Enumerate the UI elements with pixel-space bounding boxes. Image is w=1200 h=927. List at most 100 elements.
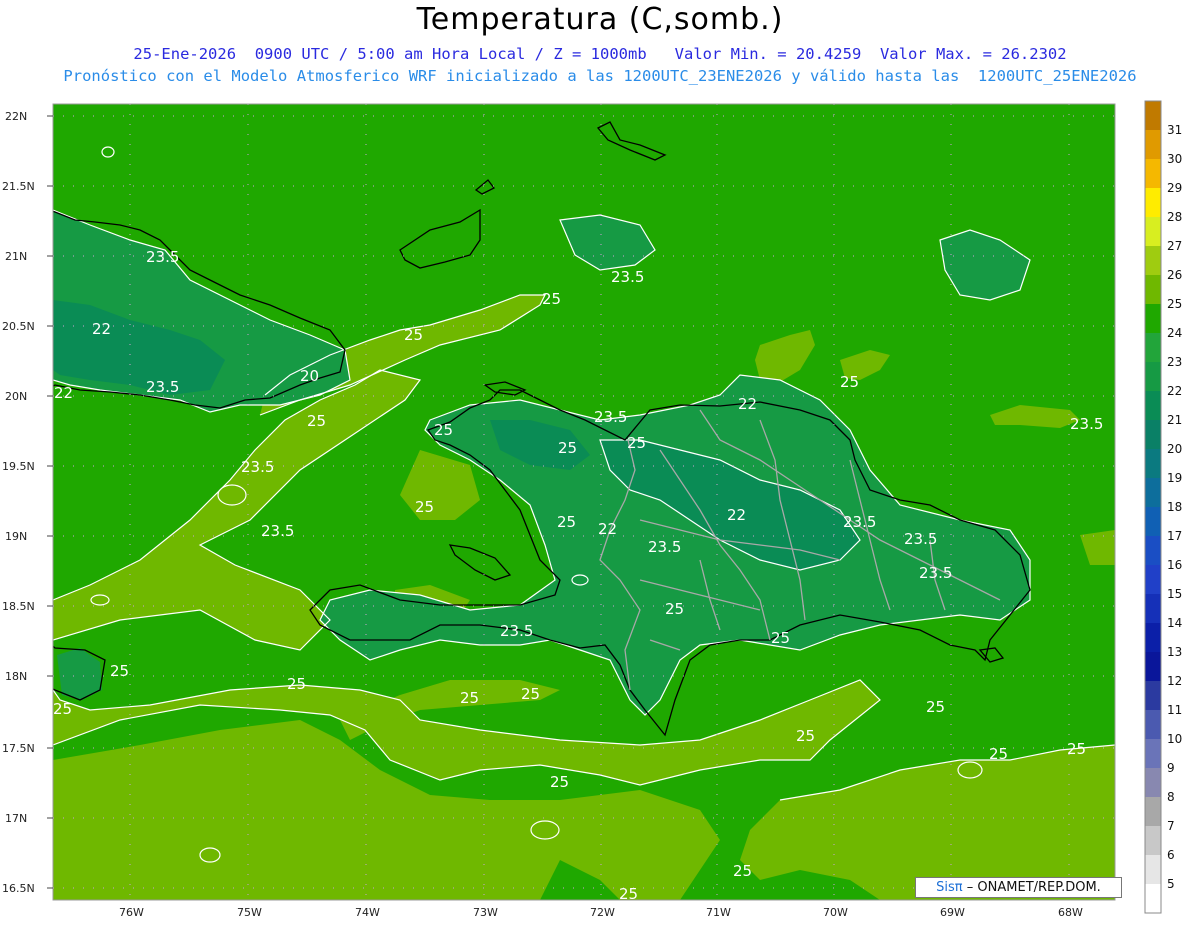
- colorbar-label: 19: [1167, 471, 1182, 485]
- lat-tick-label: 22N: [5, 110, 27, 123]
- colorbar-label: 13: [1167, 645, 1182, 659]
- credit-box: Sisπ – ONAMET/REP.DOM.: [915, 877, 1122, 898]
- colorbar-swatch: [1145, 391, 1161, 420]
- contour-label: 23.5: [904, 530, 937, 548]
- lat-tick-label: 18.5N: [2, 600, 35, 613]
- contour-label: 23.5: [241, 458, 274, 476]
- map-title: Temperatura (C,somb.): [416, 2, 784, 37]
- contour-label: 23.5: [611, 268, 644, 286]
- lat-tick-label: 21N: [5, 250, 27, 263]
- colorbar-label: 5: [1167, 877, 1175, 891]
- colorbar-swatch: [1145, 594, 1161, 623]
- colorbar-swatch: [1145, 652, 1161, 681]
- lon-tick-label: 74W: [355, 906, 380, 919]
- lat-tick-label: 20.5N: [2, 320, 35, 333]
- lon-tick-label: 73W: [473, 906, 498, 919]
- colorbar-label: 10: [1167, 732, 1182, 746]
- colorbar-swatch: [1145, 623, 1161, 652]
- lat-tick-label: 20N: [5, 390, 27, 403]
- colorbar-swatch: [1145, 449, 1161, 478]
- colorbar-label: 31: [1167, 123, 1182, 137]
- lon-tick-label: 70W: [823, 906, 848, 919]
- colorbar-swatch: [1145, 362, 1161, 391]
- colorbar-label: 22: [1167, 384, 1182, 398]
- colorbar-label: 30: [1167, 152, 1182, 166]
- lat-tick-label: 19N: [5, 530, 27, 543]
- lat-axis: 22N 21.5N 21N 20.5N 20N 19.5N 19N 18.5N …: [2, 110, 53, 895]
- colorbar-swatch: [1145, 797, 1161, 826]
- colorbar-swatch: [1145, 768, 1161, 797]
- contour-label: 25: [460, 689, 479, 707]
- contour-label: 22: [54, 384, 73, 402]
- colorbar-swatch: [1145, 739, 1161, 768]
- contour-label: 25: [53, 700, 72, 718]
- colorbar-label: 26: [1167, 268, 1182, 282]
- lat-tick-label: 16.5N: [2, 882, 35, 895]
- forecast-map: 23.5 25 25 23.5 22 25 22 23.5 20 25 23.5…: [2, 100, 1182, 919]
- contour-label: 23.5: [843, 513, 876, 531]
- colorbar-swatch: [1145, 333, 1161, 362]
- lat-tick-label: 17.5N: [2, 742, 35, 755]
- colorbar-swatch: [1145, 275, 1161, 304]
- contour-label: 20: [300, 367, 319, 385]
- colorbar-swatch: [1145, 304, 1161, 333]
- colorbar-swatch: [1145, 130, 1161, 159]
- lat-tick-label: 18N: [5, 670, 27, 683]
- contour-label: 22: [738, 395, 757, 413]
- colorbar-label: 15: [1167, 587, 1182, 601]
- colorbar-swatch: [1145, 420, 1161, 449]
- colorbar: 31 30 29 28 27 26 25 24 23 22 21 20 19 18 17 16 15 14 13 12…: [1144, 100, 1182, 914]
- contour-label: 25: [404, 326, 423, 344]
- lat-tick-label: 17N: [5, 812, 27, 825]
- colorbar-swatch: [1145, 855, 1161, 884]
- colorbar-label: 9: [1167, 761, 1175, 775]
- contour-label: 23.5: [594, 408, 627, 426]
- colorbar-swatch: [1145, 188, 1161, 217]
- lon-tick-label: 68W: [1058, 906, 1083, 919]
- colorbar-label: 8: [1167, 790, 1175, 804]
- colorbar-swatch: [1145, 826, 1161, 855]
- colorbar-label: 12: [1167, 674, 1182, 688]
- colorbar-swatch: [1145, 565, 1161, 594]
- colorbar-swatch: [1145, 884, 1161, 913]
- forecast-time-subtitle: 25-Ene-2026 0900 UTC / 5:00 am Hora Loca…: [133, 45, 1067, 63]
- contour-label: 25: [1067, 740, 1086, 758]
- contour-label: 25: [665, 600, 684, 618]
- lon-tick-label: 72W: [590, 906, 615, 919]
- contour-label: 25: [926, 698, 945, 716]
- colorbar-swatch: [1145, 507, 1161, 536]
- contour-label: 25: [796, 727, 815, 745]
- lon-axis: 76W 75W 74W 73W 72W 71W 70W 69W 68W: [119, 906, 1083, 919]
- contour-label: 25: [307, 412, 326, 430]
- colorbar-label: 6: [1167, 848, 1175, 862]
- colorbar-label: 11: [1167, 703, 1182, 717]
- colorbar-label: 24: [1167, 326, 1182, 340]
- contour-label: 25: [542, 290, 561, 308]
- contour-label: 25: [989, 745, 1008, 763]
- contour-label: 22: [92, 320, 111, 338]
- contour-label: 25: [434, 421, 453, 439]
- contour-label: 25: [558, 439, 577, 457]
- contour-label: 25: [521, 685, 540, 703]
- contour-label: 25: [550, 773, 569, 791]
- model-info-subtitle: Pronóstico con el Modelo Atmosferico WRF…: [63, 67, 1137, 85]
- lon-tick-label: 71W: [706, 906, 731, 919]
- lat-tick-label: 19.5N: [2, 460, 35, 473]
- colorbar-swatch: [1145, 710, 1161, 739]
- contour-label: 23.5: [146, 248, 179, 266]
- credit-text: – ONAMET/REP.DOM.: [966, 880, 1101, 895]
- colorbar-swatch: [1145, 159, 1161, 188]
- contour-label: 23.5: [146, 378, 179, 396]
- colorbar-swatch: [1145, 246, 1161, 275]
- colorbar-label: 28: [1167, 210, 1182, 224]
- lon-tick-label: 69W: [940, 906, 965, 919]
- colorbar-label: 14: [1167, 616, 1182, 630]
- lon-tick-label: 75W: [237, 906, 262, 919]
- colorbar-swatch: [1145, 101, 1161, 130]
- colorbar-label: 18: [1167, 500, 1182, 514]
- colorbar-label: 25: [1167, 297, 1182, 311]
- lon-tick-label: 76W: [119, 906, 144, 919]
- contour-label: 22: [727, 506, 746, 524]
- colorbar-swatch: [1145, 536, 1161, 565]
- contour-label: 25: [840, 373, 859, 391]
